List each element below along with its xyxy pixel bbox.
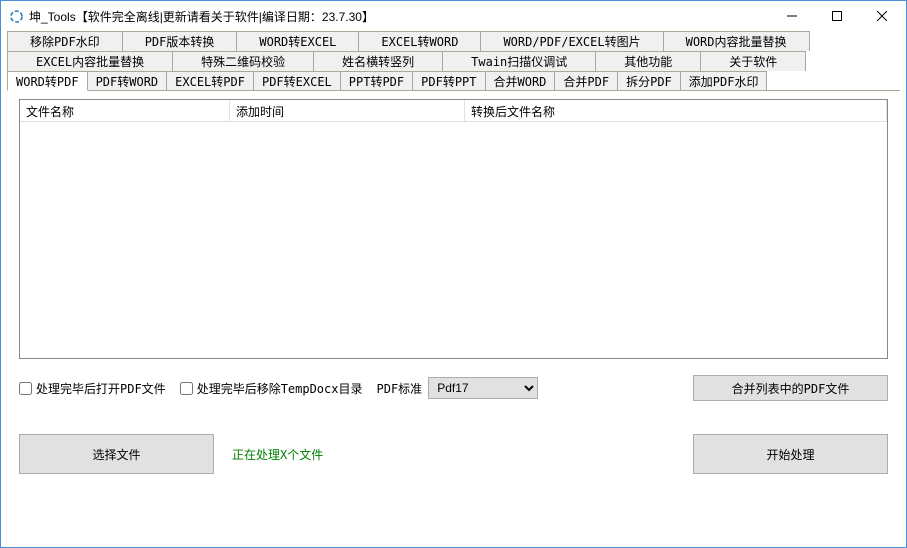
subtab-pdf-to-ppt[interactable]: PDF转PPT <box>412 71 485 91</box>
options-row: 处理完毕后打开PDF文件 处理完毕后移除TempDocx目录 PDF标准 Pdf… <box>19 377 888 399</box>
tab-twain-scanner[interactable]: Twain扫描仪调试 <box>442 51 596 71</box>
app-window: 坤_Tools【软件完全离线|更新请看关于软件|编译日期：23.7.30】 移除… <box>0 0 907 548</box>
col-addtime[interactable]: 添加时间 <box>230 100 465 122</box>
status-text: 正在处理X个文件 <box>232 446 693 463</box>
main-tabs-row-1: 移除PDF水印 PDF版本转换 WORD转EXCEL EXCEL转WORD WO… <box>7 31 900 51</box>
tab-office-to-image[interactable]: WORD/PDF/EXCEL转图片 <box>480 31 663 51</box>
subtab-pdf-to-excel[interactable]: PDF转EXCEL <box>253 71 341 91</box>
col-output-name[interactable]: 转换后文件名称 <box>465 100 887 122</box>
tab-name-transpose[interactable]: 姓名横转竖列 <box>313 51 443 71</box>
merge-list-pdf-button[interactable]: 合并列表中的PDF文件 <box>693 375 888 401</box>
titlebar: 坤_Tools【软件完全离线|更新请看关于软件|编译日期：23.7.30】 <box>1 1 906 31</box>
app-icon <box>9 9 24 24</box>
subtab-ppt-to-pdf[interactable]: PPT转PDF <box>340 71 413 91</box>
window-title: 坤_Tools【软件完全离线|更新请看关于软件|编译日期：23.7.30】 <box>29 8 769 25</box>
subtab-word-to-pdf[interactable]: WORD转PDF <box>7 71 88 91</box>
file-list-table[interactable]: 文件名称 添加时间 转换后文件名称 <box>19 99 888 359</box>
sub-tabs-row: WORD转PDF PDF转WORD EXCEL转PDF PDF转EXCEL PP… <box>7 71 900 91</box>
checkbox-remove-tempdir[interactable]: 处理完毕后移除TempDocx目录 <box>180 380 363 397</box>
tabs-container: 移除PDF水印 PDF版本转换 WORD转EXCEL EXCEL转WORD WO… <box>1 31 906 486</box>
minimize-button[interactable] <box>769 2 814 31</box>
select-file-button[interactable]: 选择文件 <box>19 434 214 474</box>
tab-other-functions[interactable]: 其他功能 <box>595 51 701 71</box>
tab-qr-verify[interactable]: 特殊二维码校验 <box>172 51 314 71</box>
window-controls <box>769 2 904 31</box>
pdf-standard-label: PDF标准 <box>377 380 423 397</box>
checkbox-open-after-label: 处理完毕后打开PDF文件 <box>36 380 166 397</box>
table-header: 文件名称 添加时间 转换后文件名称 <box>20 100 887 122</box>
checkbox-open-after-input[interactable] <box>19 382 32 395</box>
pdf-standard-select[interactable]: Pdf17 <box>428 377 538 399</box>
subtab-split-pdf[interactable]: 拆分PDF <box>617 71 681 91</box>
tab-word-to-excel[interactable]: WORD转EXCEL <box>236 31 359 51</box>
close-button[interactable] <box>859 2 904 31</box>
subtab-pdf-to-word[interactable]: PDF转WORD <box>87 71 168 91</box>
checkbox-remove-tempdir-label: 处理完毕后移除TempDocx目录 <box>197 380 363 397</box>
subtab-merge-word[interactable]: 合并WORD <box>485 71 556 91</box>
tab-excel-to-word[interactable]: EXCEL转WORD <box>358 31 481 51</box>
tab-pdf-version-convert[interactable]: PDF版本转换 <box>122 31 238 51</box>
tab-about[interactable]: 关于软件 <box>700 51 806 71</box>
action-row: 选择文件 正在处理X个文件 开始处理 <box>19 434 888 474</box>
subtab-merge-pdf[interactable]: 合并PDF <box>554 71 618 91</box>
tab-content: 文件名称 添加时间 转换后文件名称 处理完毕后打开PDF文件 处理完毕后移除Te… <box>7 90 900 486</box>
checkbox-remove-tempdir-input[interactable] <box>180 382 193 395</box>
maximize-button[interactable] <box>814 2 859 31</box>
checkbox-open-after[interactable]: 处理完毕后打开PDF文件 <box>19 380 166 397</box>
subtab-excel-to-pdf[interactable]: EXCEL转PDF <box>166 71 254 91</box>
start-process-button[interactable]: 开始处理 <box>693 434 888 474</box>
col-filename[interactable]: 文件名称 <box>20 100 230 122</box>
main-tabs-row-2: EXCEL内容批量替换 特殊二维码校验 姓名横转竖列 Twain扫描仪调试 其他… <box>7 51 900 71</box>
tab-remove-pdf-watermark[interactable]: 移除PDF水印 <box>7 31 123 51</box>
subtab-add-pdf-watermark[interactable]: 添加PDF水印 <box>680 71 768 91</box>
tab-excel-batch-replace[interactable]: EXCEL内容批量替换 <box>7 51 173 71</box>
tab-word-batch-replace[interactable]: WORD内容批量替换 <box>663 31 810 51</box>
